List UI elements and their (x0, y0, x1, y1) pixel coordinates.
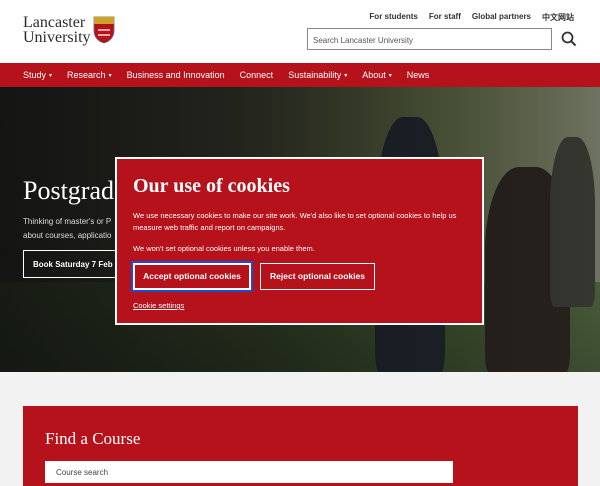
cookie-dialog-title: Our use of cookies (133, 175, 290, 197)
accept-cookies-button[interactable]: Accept optional cookies (133, 263, 251, 290)
reject-cookies-button[interactable]: Reject optional cookies (260, 263, 375, 290)
cookie-dialog-text: We use necessary cookies to make our sit… (133, 211, 457, 232)
modal-overlay: Our use of cookies We use necessary cook… (0, 0, 600, 480)
cookie-consent-dialog: Our use of cookies We use necessary cook… (115, 157, 484, 325)
cookie-settings-link[interactable]: Cookie settings (133, 301, 184, 310)
cookie-dialog-note: We won't set optional cookies unless you… (133, 244, 315, 253)
